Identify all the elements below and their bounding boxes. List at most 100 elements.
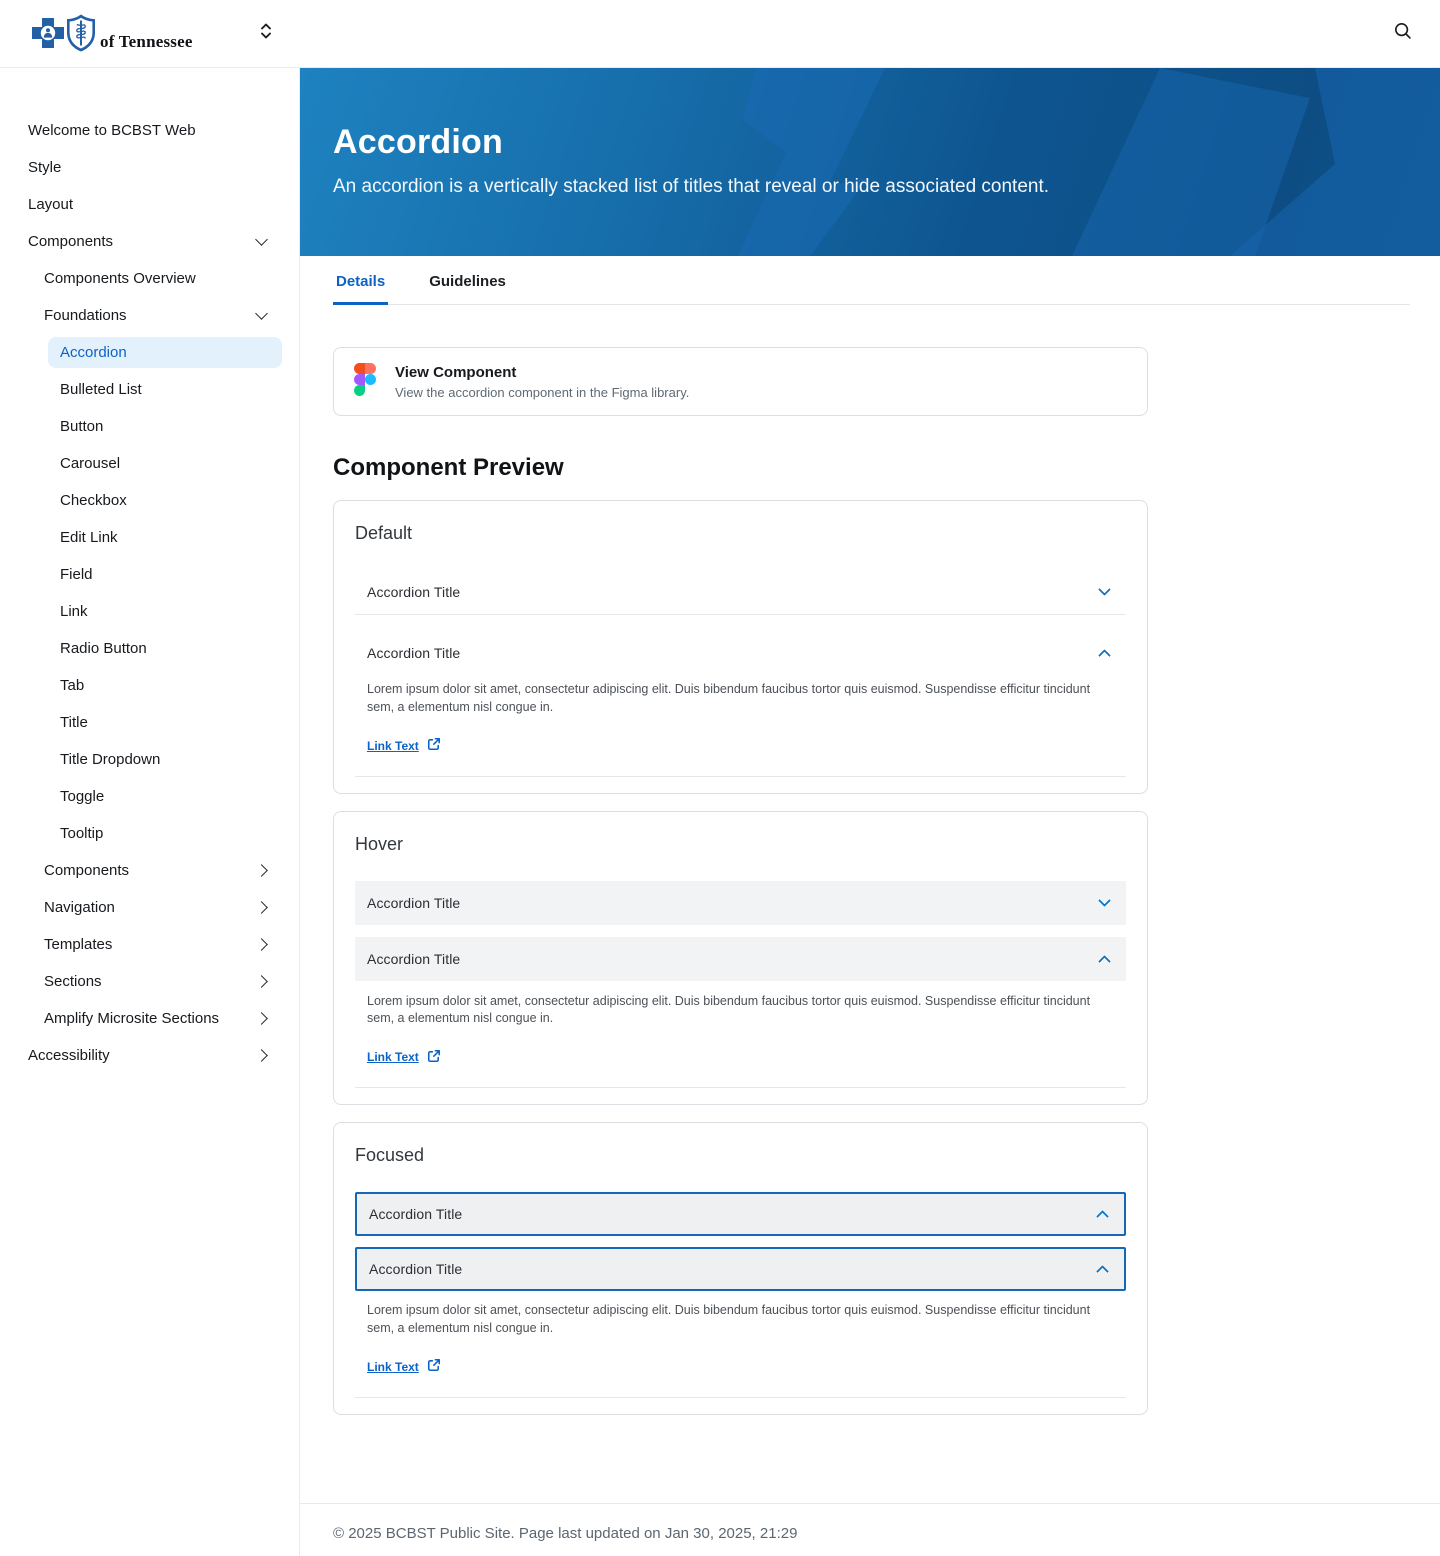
sidebar-item-carousel[interactable]: Carousel bbox=[0, 445, 299, 482]
sidebar-item-field[interactable]: Field bbox=[0, 556, 299, 593]
sidebar-item-templates[interactable]: Templates bbox=[0, 926, 299, 963]
sidebar-item-layout[interactable]: Layout bbox=[0, 186, 299, 223]
sidebar-item-label: Accessibility bbox=[28, 1047, 110, 1064]
chevron-down-icon bbox=[1098, 894, 1111, 907]
sidebar-item-label: Checkbox bbox=[60, 492, 127, 509]
sidebar-item-label: Title bbox=[60, 714, 88, 731]
accordion-title: Accordion Title bbox=[367, 895, 460, 911]
external-link-icon bbox=[427, 1049, 441, 1066]
chevron-up-icon bbox=[1096, 1210, 1109, 1223]
link-text[interactable]: Link Text bbox=[367, 1358, 441, 1375]
accordion-header-expanded[interactable]: Accordion Title bbox=[355, 937, 1126, 981]
external-link-icon bbox=[427, 1358, 441, 1375]
divider bbox=[355, 776, 1126, 777]
accordion-title: Accordion Title bbox=[367, 951, 460, 967]
chevron-up-icon bbox=[1098, 955, 1111, 968]
variant-label-default: Default bbox=[355, 523, 1126, 544]
sidebar-item-label: Edit Link bbox=[60, 529, 118, 546]
brand-logo[interactable]: of Tennessee bbox=[30, 9, 193, 58]
sidebar-item-label: Components bbox=[44, 862, 129, 879]
sidebar-item-components-overview[interactable]: Components Overview bbox=[0, 260, 299, 297]
sidebar-item-checkbox[interactable]: Checkbox bbox=[0, 482, 299, 519]
chevron-right-icon bbox=[255, 1012, 268, 1025]
sidebar-item-tab[interactable]: Tab bbox=[0, 667, 299, 704]
sidebar-item-components[interactable]: Components bbox=[0, 223, 299, 260]
search-icon bbox=[1392, 20, 1414, 47]
chevron-down-icon bbox=[255, 233, 268, 246]
variant-label-hover: Hover bbox=[355, 834, 1126, 855]
sidebar: Welcome to BCBST Web Style Layout Compon… bbox=[0, 68, 300, 1556]
bcbs-cross-shield-icon bbox=[30, 9, 96, 58]
chevron-right-icon bbox=[255, 864, 268, 877]
sidebar-item-label: Layout bbox=[28, 196, 73, 213]
accordion-header-focused[interactable]: Accordion Title bbox=[355, 1192, 1126, 1236]
accordion-header-collapsed[interactable]: Accordion Title bbox=[355, 570, 1126, 614]
tab-bar: Details Guidelines bbox=[333, 256, 1410, 305]
page-title: Accordion bbox=[333, 124, 1440, 161]
variant-label-focused: Focused bbox=[355, 1145, 1126, 1166]
accordion-title: Accordion Title bbox=[369, 1261, 462, 1277]
sidebar-item-sections[interactable]: Sections bbox=[0, 963, 299, 1000]
sidebar-collapse-toggle[interactable] bbox=[259, 21, 273, 46]
link-text-label: Link Text bbox=[367, 1050, 419, 1064]
sidebar-item-label: Title Dropdown bbox=[60, 751, 160, 768]
page-hero: Accordion An accordion is a vertically s… bbox=[300, 68, 1440, 256]
chevron-down-icon bbox=[1098, 583, 1111, 596]
figma-card-title: View Component bbox=[395, 364, 689, 381]
chevron-up-icon bbox=[1098, 649, 1111, 662]
sidebar-item-label: Welcome to BCBST Web bbox=[28, 122, 196, 139]
tab-details[interactable]: Details bbox=[333, 256, 388, 305]
figma-card-description: View the accordion component in the Figm… bbox=[395, 385, 689, 400]
sidebar-item-accessibility[interactable]: Accessibility bbox=[0, 1037, 299, 1074]
sidebar-item-label: Templates bbox=[44, 936, 112, 953]
sidebar-item-welcome[interactable]: Welcome to BCBST Web bbox=[0, 112, 299, 149]
sidebar-item-label: Button bbox=[60, 418, 103, 435]
hero-decoration bbox=[300, 68, 1440, 256]
accordion-title: Accordion Title bbox=[369, 1206, 462, 1222]
accordion-body-text: Lorem ipsum dolor sit amet, consectetur … bbox=[355, 1302, 1126, 1338]
sidebar-item-label: Style bbox=[28, 159, 61, 176]
footer: © 2025 BCBST Public Site. Page last upda… bbox=[300, 1503, 1440, 1556]
unfold-icon bbox=[259, 21, 273, 46]
accordion-header-expanded[interactable]: Accordion Title bbox=[355, 631, 1126, 675]
sidebar-item-navigation[interactable]: Navigation bbox=[0, 889, 299, 926]
link-text-label: Link Text bbox=[367, 739, 419, 753]
sidebar-item-components-2[interactable]: Components bbox=[0, 852, 299, 889]
external-link-icon bbox=[427, 737, 441, 754]
accordion-title: Accordion Title bbox=[367, 584, 460, 600]
chevron-up-icon bbox=[1096, 1265, 1109, 1278]
component-preview-heading: Component Preview bbox=[333, 454, 1440, 482]
sidebar-item-foundations[interactable]: Foundations bbox=[0, 297, 299, 334]
sidebar-item-edit-link[interactable]: Edit Link bbox=[0, 519, 299, 556]
sidebar-item-title[interactable]: Title bbox=[0, 704, 299, 741]
accordion-header-collapsed[interactable]: Accordion Title bbox=[355, 881, 1126, 925]
sidebar-item-style[interactable]: Style bbox=[0, 149, 299, 186]
sidebar-item-label: Link bbox=[60, 603, 88, 620]
tab-guidelines[interactable]: Guidelines bbox=[426, 256, 509, 305]
link-text[interactable]: Link Text bbox=[367, 737, 441, 754]
preview-card-default: Default Accordion Title Accordion Title … bbox=[333, 500, 1148, 794]
sidebar-item-bulleted-list[interactable]: Bulleted List bbox=[0, 371, 299, 408]
sidebar-item-tooltip[interactable]: Tooltip bbox=[0, 815, 299, 852]
sidebar-item-title-dropdown[interactable]: Title Dropdown bbox=[0, 741, 299, 778]
sidebar-item-label: Accordion bbox=[60, 344, 127, 361]
sidebar-item-accordion[interactable]: Accordion bbox=[48, 337, 282, 368]
divider bbox=[355, 614, 1126, 615]
sidebar-item-label: Toggle bbox=[60, 788, 104, 805]
sidebar-item-radio-button[interactable]: Radio Button bbox=[0, 630, 299, 667]
footer-copyright: © 2025 BCBST Public Site. Page last upda… bbox=[333, 1525, 797, 1542]
accordion-body-text: Lorem ipsum dolor sit amet, consectetur … bbox=[355, 681, 1126, 717]
search-button[interactable] bbox=[1392, 20, 1414, 47]
accordion-header-focused-expanded[interactable]: Accordion Title bbox=[355, 1247, 1126, 1291]
sidebar-item-label: Foundations bbox=[44, 307, 127, 324]
sidebar-item-amplify-microsite-sections[interactable]: Amplify Microsite Sections bbox=[0, 1000, 299, 1037]
sidebar-item-label: Field bbox=[60, 566, 93, 583]
accordion-link-row: Link Text bbox=[355, 1028, 1126, 1066]
link-text[interactable]: Link Text bbox=[367, 1049, 441, 1066]
content-area: View Component View the accordion compon… bbox=[300, 305, 1440, 1503]
chevron-down-icon bbox=[255, 307, 268, 320]
sidebar-item-link[interactable]: Link bbox=[0, 593, 299, 630]
figma-view-component-card[interactable]: View Component View the accordion compon… bbox=[333, 347, 1148, 416]
sidebar-item-button[interactable]: Button bbox=[0, 408, 299, 445]
sidebar-item-toggle[interactable]: Toggle bbox=[0, 778, 299, 815]
